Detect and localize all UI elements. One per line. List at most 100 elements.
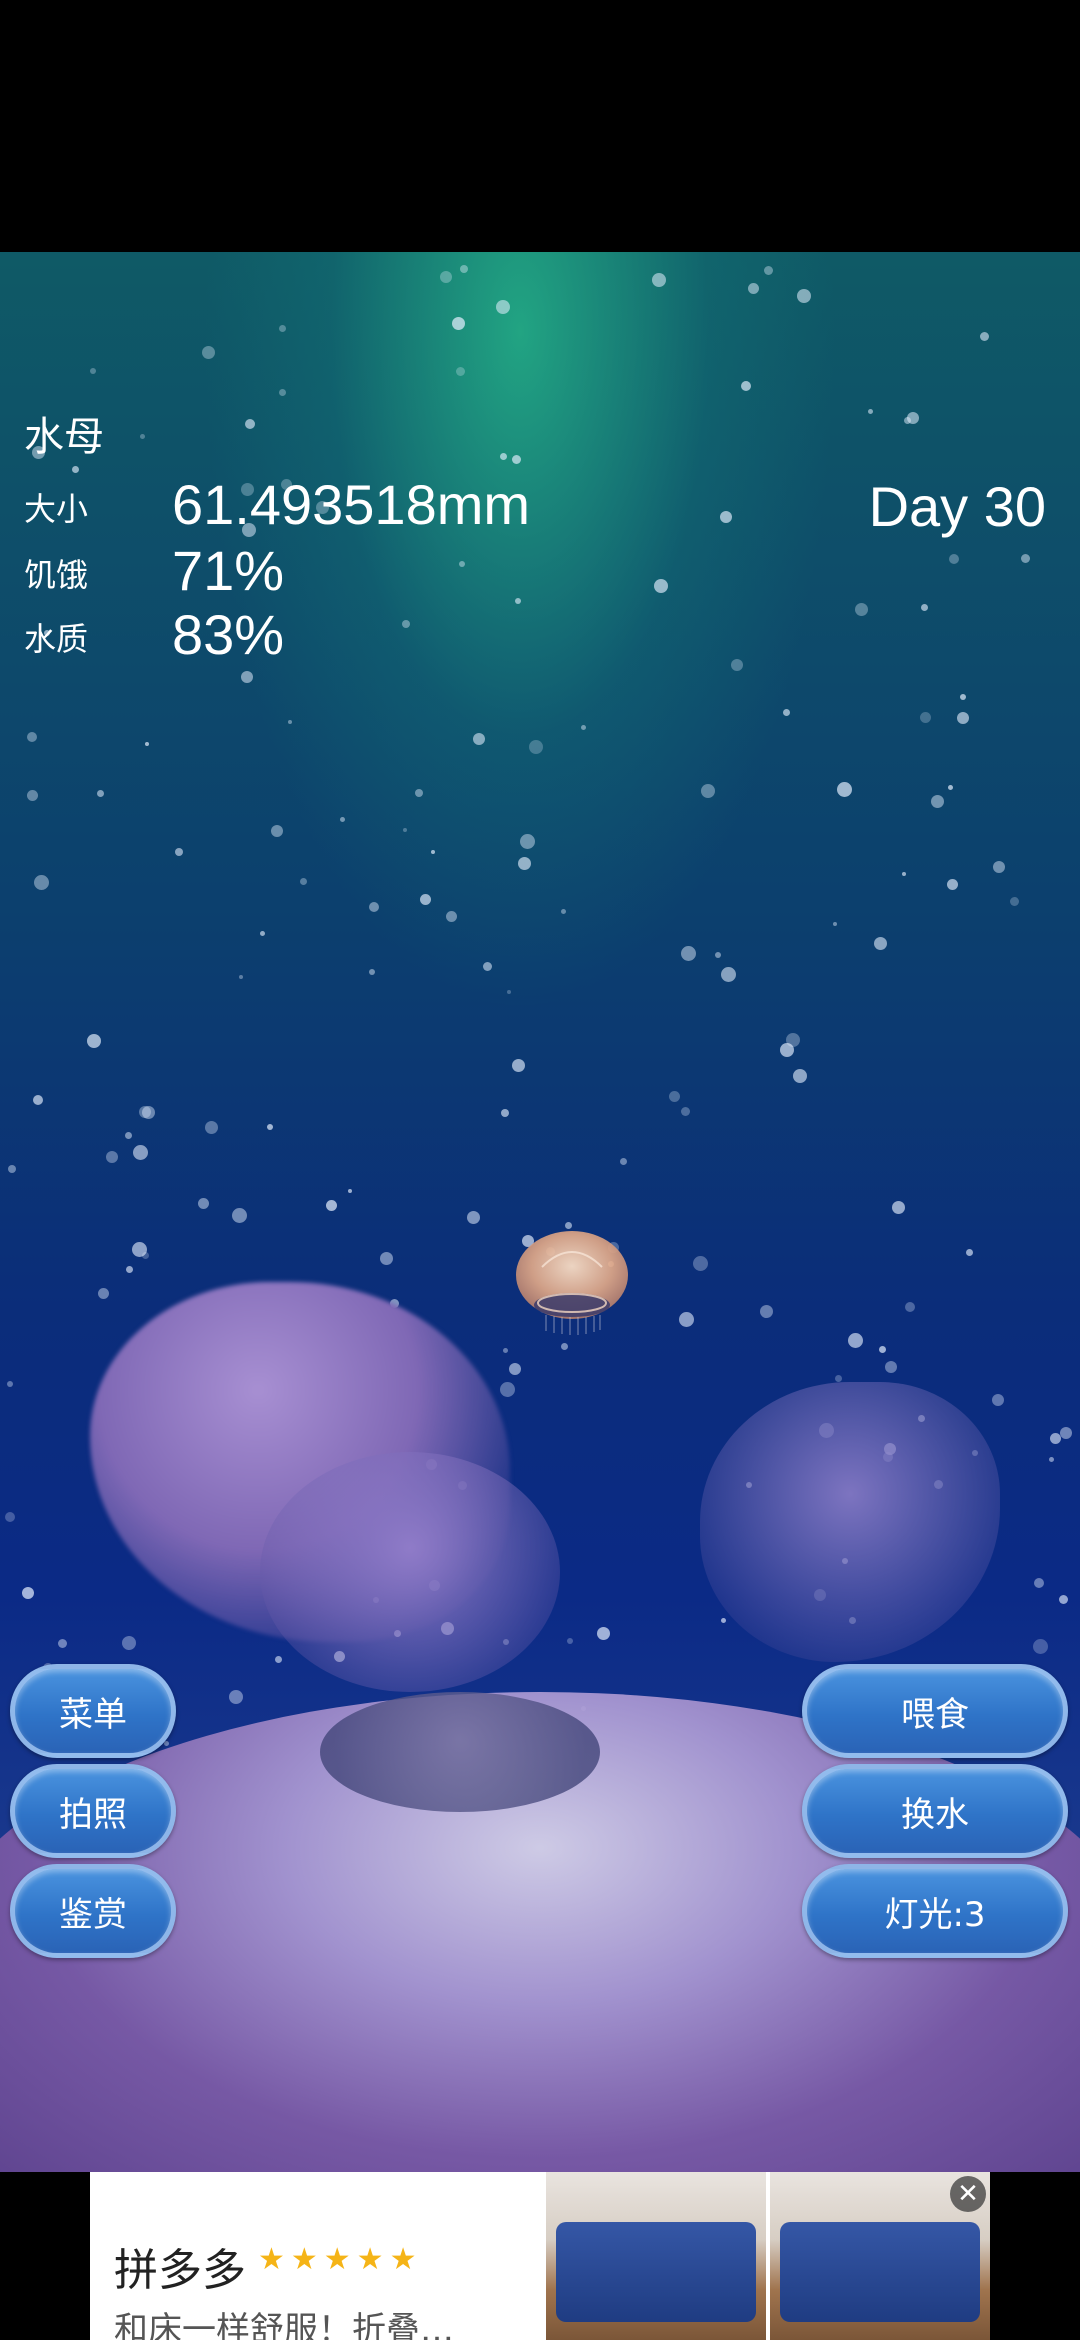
particle <box>741 381 751 391</box>
particle <box>966 1249 973 1256</box>
particle <box>780 1043 794 1057</box>
particle <box>245 419 255 429</box>
particle <box>509 1363 521 1375</box>
particle <box>271 825 283 837</box>
particle <box>721 967 736 982</box>
particle <box>275 1656 282 1663</box>
particle <box>145 742 149 746</box>
particle <box>879 1346 886 1353</box>
particle <box>300 878 307 885</box>
hunger-value: 71% <box>172 539 285 602</box>
coral-right <box>700 1382 1000 1662</box>
particle <box>501 1109 509 1117</box>
particle <box>764 266 773 275</box>
hunger-label: 饥饿 <box>24 556 89 594</box>
particle <box>669 1091 680 1102</box>
particle <box>58 1639 67 1648</box>
particle <box>202 346 215 359</box>
appreciate-button[interactable]: 鉴赏 <box>10 1864 176 1958</box>
particle <box>369 969 375 975</box>
particle <box>229 1690 243 1704</box>
particle <box>920 712 931 723</box>
feed-button[interactable]: 喂食 <box>802 1664 1068 1758</box>
particle <box>267 1124 273 1130</box>
particle <box>402 620 410 628</box>
particle <box>868 409 873 414</box>
particle <box>288 720 292 724</box>
particle <box>760 1305 773 1318</box>
particle <box>279 325 286 332</box>
particle <box>496 300 510 314</box>
particle <box>620 1158 627 1165</box>
particle <box>1034 1578 1044 1588</box>
particle <box>748 283 759 294</box>
particle <box>348 1189 352 1193</box>
particle <box>693 1256 708 1271</box>
ad-bed-left <box>556 2222 756 2322</box>
particle <box>132 1242 147 1257</box>
particle <box>459 561 465 567</box>
particle <box>140 434 145 439</box>
particle <box>980 332 989 341</box>
particle <box>835 1375 842 1382</box>
particle <box>460 265 468 273</box>
particle <box>1049 1457 1054 1462</box>
particle <box>415 789 423 797</box>
photo-button[interactable]: 拍照 <box>10 1764 176 1858</box>
size-value: 61.493518mm <box>172 473 531 536</box>
particle <box>520 834 535 849</box>
particle <box>164 1741 169 1746</box>
particle <box>456 367 465 376</box>
particle <box>949 554 959 564</box>
particle <box>232 1208 247 1223</box>
particle <box>701 784 715 798</box>
aquarium-scene: 水母 大小 61.493518mm 饥饿 71% 水质 83% Day 30 菜… <box>0 252 1080 2172</box>
particle <box>512 455 521 464</box>
particle <box>125 1132 132 1139</box>
light-button[interactable]: 灯光:3 <box>802 1864 1068 1958</box>
jellyfish[interactable] <box>512 1227 632 1337</box>
particle <box>892 1201 905 1214</box>
particle <box>326 1200 337 1211</box>
particle <box>22 1587 34 1599</box>
particle <box>27 790 38 801</box>
particle <box>720 511 732 523</box>
particle <box>369 902 379 912</box>
particle <box>855 603 868 616</box>
particle <box>581 725 586 730</box>
particle <box>500 453 507 460</box>
ad-bed-right <box>780 2222 980 2322</box>
particle <box>512 1059 525 1072</box>
particle <box>679 1312 694 1327</box>
particle <box>431 850 435 854</box>
change-water-button[interactable]: 换水 <box>802 1764 1068 1858</box>
particle <box>654 579 668 593</box>
size-label: 大小 <box>24 490 89 528</box>
close-icon[interactable]: ✕ <box>950 2176 986 2212</box>
ad-rating-stars: ★★★★★ <box>258 2242 423 2277</box>
particle <box>731 659 743 671</box>
particle <box>518 857 531 870</box>
rock <box>320 1692 600 1812</box>
particle <box>837 782 852 797</box>
particle <box>931 795 944 808</box>
particle <box>597 1627 610 1640</box>
particle <box>783 709 790 716</box>
particle <box>721 1618 726 1623</box>
particle <box>446 911 457 922</box>
particle <box>1050 1433 1061 1444</box>
particle <box>529 740 543 754</box>
particle <box>198 1198 209 1209</box>
menu-button[interactable]: 菜单 <box>10 1664 176 1758</box>
particle <box>652 273 666 287</box>
ad-banner[interactable]: 拼多多 ★★★★★ 和床一样舒服！折叠… ✕ <box>90 2172 990 2340</box>
particle <box>420 894 431 905</box>
particle <box>239 975 243 979</box>
particle <box>715 952 721 958</box>
particle <box>793 1069 807 1083</box>
particle <box>503 1348 508 1353</box>
particle <box>905 1302 915 1312</box>
ad-image-left <box>546 2172 766 2340</box>
ad-brand: 拼多多 <box>114 2245 246 2296</box>
particle <box>7 1381 13 1387</box>
